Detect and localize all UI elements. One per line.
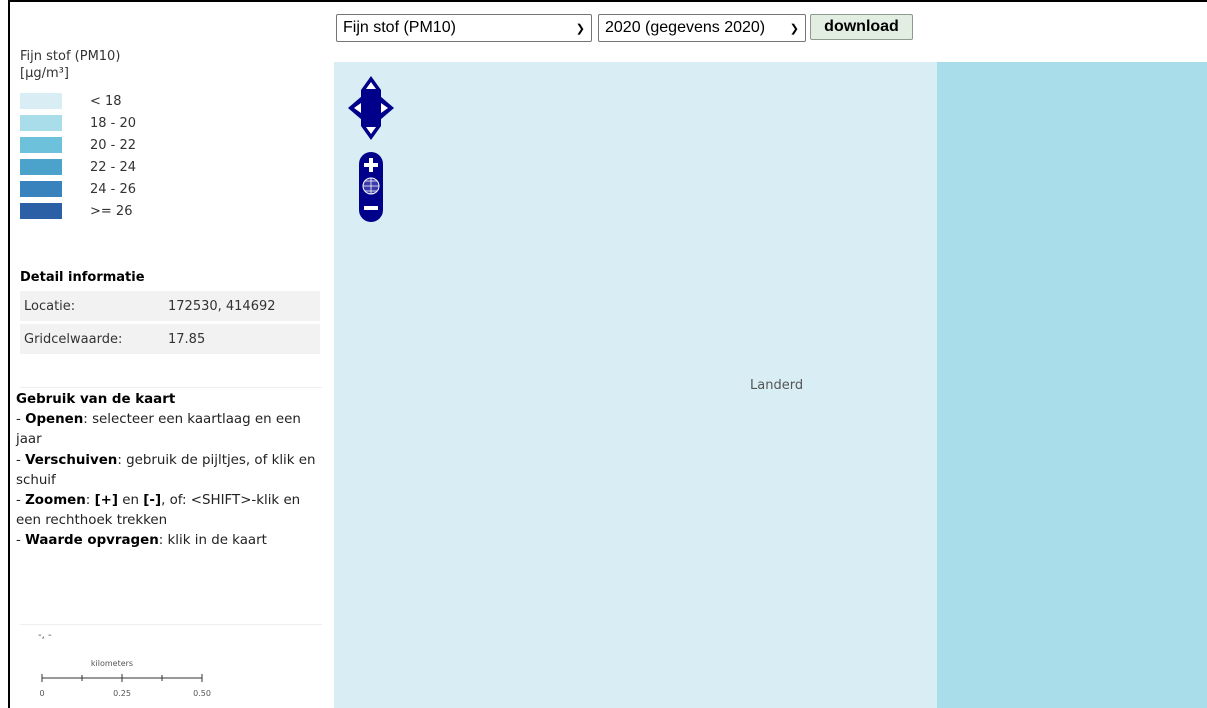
- map-viewport[interactable]: Landerd: [334, 62, 1207, 708]
- detail-row-location: Locatie: 172530, 414692: [20, 291, 320, 321]
- chevron-down-icon: ❯: [575, 22, 585, 35]
- usage-text: : klik in de kaart: [158, 533, 267, 549]
- map-place-label: Landerd: [750, 378, 804, 393]
- legend-label: 22 - 24: [90, 159, 137, 175]
- legend-swatch: [20, 159, 62, 175]
- divider: [20, 624, 322, 625]
- chevron-down-icon: ❯: [789, 22, 799, 35]
- detail-key: Gridcelwaarde:: [24, 331, 123, 347]
- legend: Fijn stof (PM10) [µg/m³] < 18 18 - 20 20 -…: [20, 48, 320, 222]
- usage-term: Openen: [25, 412, 84, 428]
- legend-label: < 18: [90, 93, 122, 109]
- zoom-out-icon: [364, 206, 378, 210]
- legend-swatch: [20, 115, 62, 131]
- scale-tick-label: 0.25: [113, 689, 131, 698]
- usage-term: Verschuiven: [25, 452, 118, 468]
- download-button[interactable]: download: [810, 14, 913, 40]
- scale-tick-label: 0.50: [193, 689, 211, 698]
- detail-panel: Detail informatie Locatie: 172530, 41469…: [20, 270, 320, 357]
- pan-center: [361, 96, 381, 120]
- usage-term: Waarde opvragen: [25, 533, 159, 549]
- detail-value: 17.85: [168, 331, 206, 347]
- pan-control[interactable]: [346, 74, 396, 142]
- year-select-value: 2020 (gegevens 2020): [605, 19, 766, 36]
- usage-term: [+]: [94, 493, 119, 509]
- usage-item-open: - Openen: selecteer een kaartlaag en een…: [16, 412, 301, 448]
- detail-row-gridcell: Gridcelwaarde: 17.85: [20, 324, 320, 354]
- app-frame: Fijn stof (PM10) ❯ 2020 (gegevens 2020) …: [8, 0, 1207, 708]
- legend-class: 22 - 24: [20, 156, 320, 178]
- layer-select[interactable]: Fijn stof (PM10) ❯: [336, 14, 592, 42]
- usage-item-zoom: - Zoomen: [+] en [-], of: <SHIFT>-klik e…: [16, 493, 301, 529]
- legend-class: 20 - 22: [20, 134, 320, 156]
- usage-item-query: - Waarde opvragen: klik in de kaart: [16, 533, 267, 549]
- divider: [20, 387, 322, 388]
- legend-class: 18 - 20: [20, 112, 320, 134]
- detail-value: 172530, 414692: [168, 298, 276, 314]
- legend-swatch: [20, 181, 62, 197]
- legend-swatch: [20, 203, 62, 219]
- usage-text: en: [118, 493, 144, 509]
- legend-swatch: [20, 93, 62, 109]
- legend-class: < 18: [20, 90, 320, 112]
- legend-class: >= 26: [20, 200, 320, 222]
- legend-rows: < 18 18 - 20 20 - 22 22 - 24 24 - 26 >= 26: [20, 90, 320, 222]
- legend-title: Fijn stof (PM10): [20, 49, 121, 64]
- legend-unit: [µg/m³]: [20, 66, 69, 81]
- scale-tick-label: 0: [39, 689, 44, 698]
- legend-label: 20 - 22: [90, 137, 137, 153]
- year-select[interactable]: 2020 (gegevens 2020) ❯: [598, 14, 806, 42]
- detail-key: Locatie:: [24, 298, 76, 314]
- scale-unit: kilometers: [91, 659, 133, 668]
- detail-heading: Detail informatie: [20, 270, 145, 285]
- usage-heading: Gebruik van de kaart: [16, 392, 176, 407]
- legend-label: >= 26: [90, 203, 133, 219]
- map-gridcell-mid[interactable]: [937, 62, 1207, 708]
- legend-label: 24 - 26: [90, 181, 137, 197]
- usage-term: [-]: [143, 493, 162, 509]
- layer-select-value: Fijn stof (PM10): [343, 19, 456, 36]
- usage-help: Gebruik van de kaart - Openen: selecteer…: [16, 390, 316, 552]
- coordinate-readout: -, -: [38, 630, 52, 641]
- usage-term: Zoomen: [25, 493, 86, 509]
- scale-bar: kilometers 0 0.25 0.50: [39, 659, 211, 698]
- legend-label: 18 - 20: [90, 115, 137, 131]
- legend-swatch: [20, 137, 62, 153]
- map-gridcell-low[interactable]: [334, 62, 937, 708]
- legend-class: 24 - 26: [20, 178, 320, 200]
- zoom-control[interactable]: [357, 150, 385, 224]
- usage-item-pan: - Verschuiven: gebruik de pijltjes, of k…: [16, 452, 316, 488]
